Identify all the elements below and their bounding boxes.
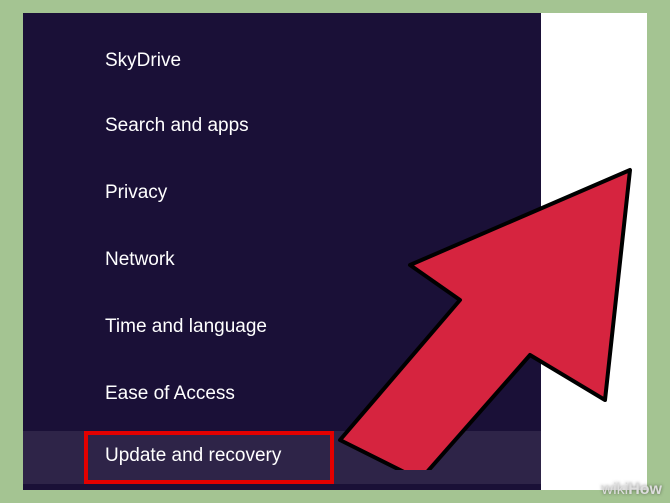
sidebar-item-ease-of-access[interactable]: Ease of Access (105, 383, 235, 405)
watermark-part1: wiki (602, 481, 629, 498)
sidebar-item-network[interactable]: Network (105, 249, 175, 271)
sidebar-item-label: SkyDrive (105, 50, 181, 71)
sidebar-item-privacy[interactable]: Privacy (105, 182, 167, 204)
selected-row-background (23, 431, 541, 484)
sidebar-item-label: Ease of Access (105, 383, 235, 404)
sidebar-item-label: Time and language (105, 316, 267, 337)
sidebar-item-label: Update and recovery (105, 445, 281, 466)
content-frame: SkyDrive Search and apps Privacy Network… (23, 13, 647, 490)
sidebar-item-skydrive[interactable]: SkyDrive (105, 50, 181, 72)
watermark-part2: How (628, 481, 662, 498)
sidebar-item-update-and-recovery[interactable]: Update and recovery (105, 445, 281, 467)
settings-sidebar: SkyDrive Search and apps Privacy Network… (23, 13, 541, 490)
watermark: wikiHow (602, 481, 662, 499)
sidebar-item-label: Privacy (105, 182, 167, 203)
sidebar-item-label: Search and apps (105, 115, 249, 136)
sidebar-item-search-and-apps[interactable]: Search and apps (105, 115, 249, 137)
sidebar-item-label: Network (105, 249, 175, 270)
sidebar-item-time-and-language[interactable]: Time and language (105, 316, 267, 338)
